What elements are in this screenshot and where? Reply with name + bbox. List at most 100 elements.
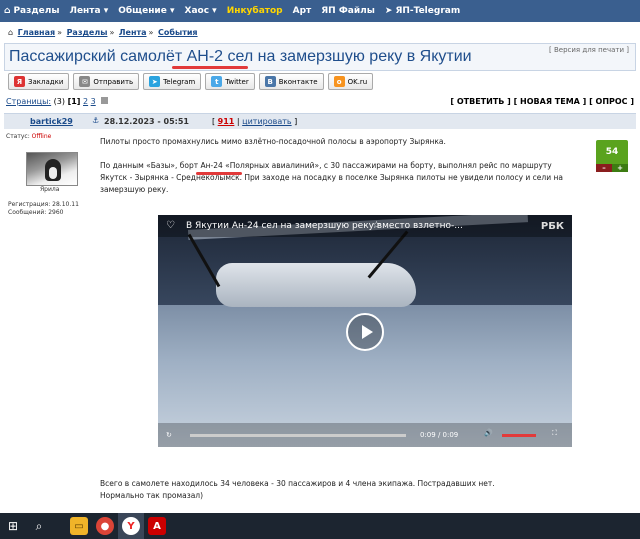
highlight-underline xyxy=(196,172,242,175)
bookmark-icon: Я xyxy=(14,76,25,87)
twitter-icon: t xyxy=(211,76,223,87)
topic-actions[interactable]: [ ОТВЕТИТЬ ] [ НОВАЯ ТЕМА ] [ ОПРОС ] xyxy=(450,97,634,106)
nav-label: Хаос xyxy=(184,6,210,16)
heart-icon[interactable]: ♡ xyxy=(166,220,175,231)
play-button[interactable] xyxy=(346,313,384,351)
vk-share-button[interactable]: В Вконтакте xyxy=(258,73,324,90)
top-navigation: ⌂ Разделы Лента ▾ Общение ▾ Хаос ▾ Инкуба… xyxy=(0,0,640,22)
page-link[interactable]: 3 xyxy=(91,97,96,106)
vote-down-button[interactable]: – xyxy=(596,164,612,172)
browser-icon: ● xyxy=(96,517,114,535)
pages-label[interactable]: Страницы: xyxy=(6,97,51,106)
acrobat-icon[interactable]: A xyxy=(144,513,170,539)
nav-item-sections[interactable]: ⌂ Разделы xyxy=(4,6,59,16)
nav-item-files[interactable]: ЯП Файлы xyxy=(321,6,375,16)
file-explorer-icon[interactable]: ▭ xyxy=(66,513,92,539)
rating-buttons: – + xyxy=(596,164,628,172)
nav-label: ЯП Файлы xyxy=(321,6,375,16)
nav-item-talk[interactable]: Общение ▾ xyxy=(118,6,174,16)
page-link[interactable]: 2 xyxy=(83,97,88,106)
video-player[interactable]: ♡ ☆ В Якутии Ан-24 сел на замерзшую реку… xyxy=(158,215,572,447)
nav-label: Общение xyxy=(118,6,167,16)
breadcrumb-separator: » xyxy=(109,28,115,37)
breadcrumb-events[interactable]: События xyxy=(158,28,198,37)
browser-icon: Y xyxy=(122,517,140,535)
breadcrumb-feed[interactable]: Лента xyxy=(119,28,147,37)
rbc-logo: РБК xyxy=(540,221,564,232)
title-box: Пассажирский самолёт АН-2 сел на замерзш… xyxy=(4,43,636,71)
vote-up-button[interactable]: + xyxy=(612,164,628,172)
bookmarks-button[interactable]: Я Закладки xyxy=(8,73,70,90)
button-label: Вконтакте xyxy=(278,77,318,86)
breadcrumb: ⌂ Главная» Разделы» Лента» События xyxy=(6,28,198,37)
page-menu-icon[interactable] xyxy=(101,97,109,104)
taskbar-spacer xyxy=(52,513,66,539)
nav-item-incubator[interactable]: Инкубатор xyxy=(227,6,283,16)
rating-box: 54 – + xyxy=(596,140,628,172)
nav-item-telegram[interactable]: ➤ ЯП-Telegram xyxy=(385,6,460,16)
quote-link[interactable]: цитировать xyxy=(242,117,291,126)
mail-icon: ✉ xyxy=(79,76,91,87)
post-link-icon[interactable]: ⚓ xyxy=(92,116,99,125)
author-name[interactable]: bartick29 xyxy=(30,117,73,126)
telegram-icon: ➤ xyxy=(384,6,393,16)
ok-icon: о xyxy=(333,76,345,87)
telegram-icon: ➤ xyxy=(149,76,161,87)
paragraph: Пилоты просто промахнулись мимо взлётно-… xyxy=(100,137,446,146)
folder-icon: ▭ xyxy=(70,517,88,535)
rating-value: 54 xyxy=(605,147,619,157)
video-controls: ↻ 0:09 / 0:09 🔊 ⛶ xyxy=(158,423,572,447)
start-icon[interactable]: ⊞ xyxy=(0,513,26,539)
post-body: Пилоты просто промахнулись мимо взлётно-… xyxy=(100,136,580,196)
nav-label: Арт xyxy=(292,6,312,16)
button-label: OK.ru xyxy=(347,77,368,86)
pdf-icon: A xyxy=(148,517,166,535)
fullscreen-icon[interactable]: ⛶ xyxy=(552,429,557,438)
chrome-icon[interactable]: ● xyxy=(92,513,118,539)
nav-label: Инкубатор xyxy=(226,6,283,16)
volume-icon[interactable]: 🔊 xyxy=(484,429,493,437)
dog-image xyxy=(45,159,61,181)
post-number: [ 911 | цитировать ] xyxy=(212,117,298,126)
status-label: Статус: xyxy=(6,133,30,140)
registration-date: Регистрация: 28.10.11 xyxy=(8,201,79,208)
message-count: Сообщений: 2960 xyxy=(8,209,64,216)
post-number-link[interactable]: 911 xyxy=(218,117,235,126)
status-value: Offline xyxy=(31,133,52,140)
plane-fuselage xyxy=(216,263,416,307)
taskbar: ⊞ ⌕ ▭ ● Y A xyxy=(0,513,640,539)
vk-icon: В xyxy=(264,76,276,87)
nav-item-chaos[interactable]: Хаос ▾ xyxy=(185,6,217,16)
search-icon[interactable]: ⌕ xyxy=(26,513,52,539)
yandex-browser-icon[interactable]: Y xyxy=(118,513,144,539)
post-date: 28.12.2023 - 05:51 xyxy=(104,117,189,126)
replay-icon[interactable]: ↻ xyxy=(166,431,172,439)
post-footer: Всего в самолете находилось 34 человека … xyxy=(100,478,580,502)
pagination: Страницы: (3) [1] 2 3 xyxy=(6,97,109,106)
paragraph: По данным «Базы», борт Ан-24 «Полярных а… xyxy=(100,161,563,194)
video-progress[interactable] xyxy=(190,434,406,437)
breadcrumb-home[interactable]: Главная xyxy=(18,28,55,37)
ok-share-button[interactable]: о OK.ru xyxy=(327,73,374,90)
nav-label: Разделы xyxy=(13,6,60,16)
share-bar: Я Закладки ✉ Отправить ➤ Telegram t Twitter … xyxy=(8,73,374,90)
breadcrumb-sections[interactable]: Разделы xyxy=(67,28,108,37)
volume-slider[interactable] xyxy=(502,434,536,437)
paragraph: Всего в самолете находилось 34 человека … xyxy=(100,479,495,488)
video-time: 0:09 / 0:09 xyxy=(420,431,459,439)
nav-label: Лента xyxy=(69,6,101,16)
send-button[interactable]: ✉ Отправить xyxy=(73,73,140,90)
telegram-share-button[interactable]: ➤ Telegram xyxy=(143,73,202,90)
nav-item-feed[interactable]: Лента ▾ xyxy=(69,6,108,16)
highlight-underline xyxy=(172,66,248,69)
avatar[interactable] xyxy=(26,152,78,186)
author-sidebar: Статус: Offline xyxy=(6,133,92,140)
pages-count: (3) xyxy=(53,97,66,106)
nav-item-art[interactable]: Арт xyxy=(293,6,312,16)
home-icon: ⌂ xyxy=(4,6,11,16)
paragraph: Нормально так промазал) xyxy=(100,491,204,500)
button-label: Twitter xyxy=(225,77,249,86)
print-version-link[interactable]: [ Версия для печати ] xyxy=(549,46,629,54)
twitter-share-button[interactable]: t Twitter xyxy=(205,73,255,90)
button-label: Закладки xyxy=(28,77,64,86)
